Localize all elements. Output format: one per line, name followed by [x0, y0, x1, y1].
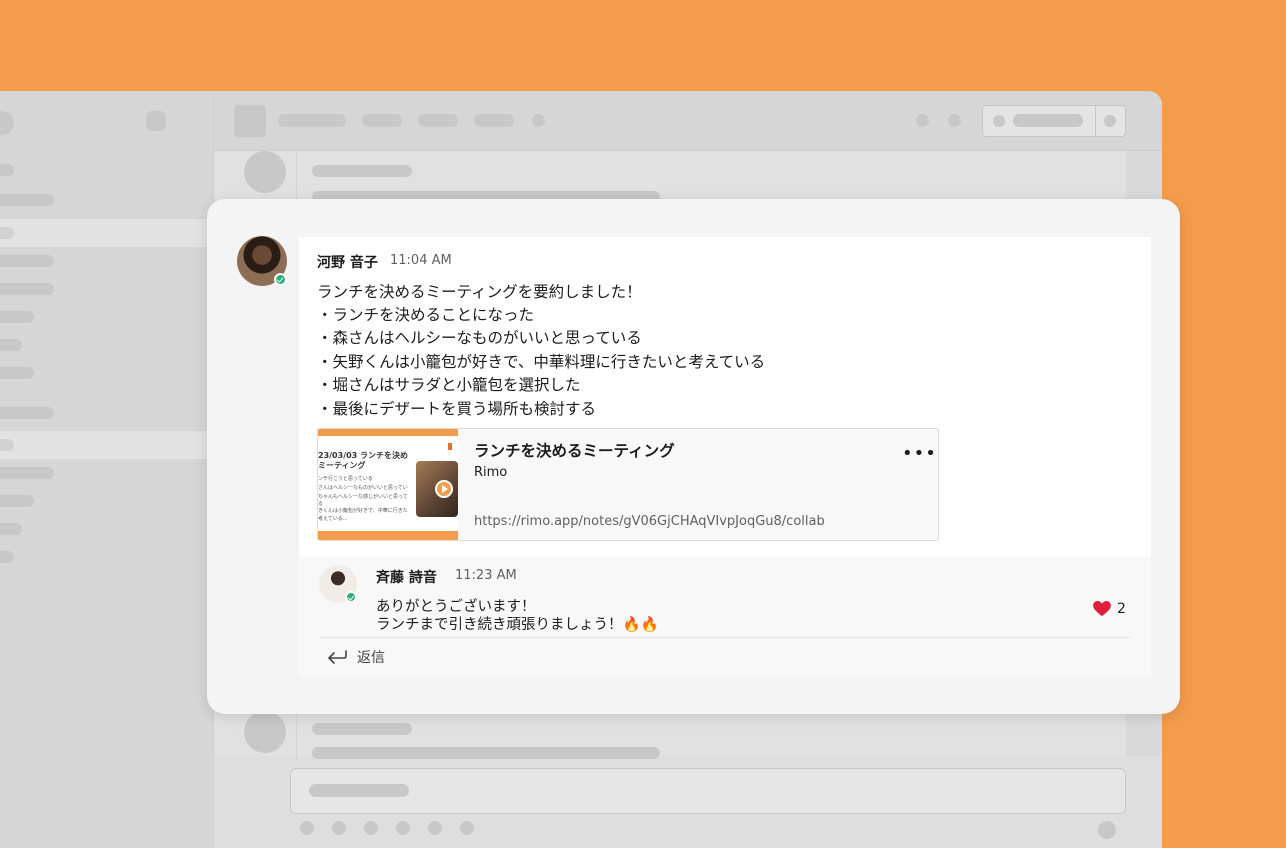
online-status-icon	[345, 591, 357, 603]
thumbnail-text-line: 考えている...	[318, 516, 348, 522]
placeholder-dot	[948, 114, 961, 127]
thumbnail-title-line: 23/03/03 ランチを決め	[318, 451, 409, 460]
more-horizontal-icon[interactable]: •••	[902, 443, 937, 464]
heart-icon	[1093, 601, 1111, 617]
thumbnail-text-line: ちゃんもヘルシーな感じがいいと思って	[318, 494, 408, 500]
placeholder-bar	[0, 311, 34, 323]
reply-button-label: 返信	[357, 650, 385, 666]
placeholder-divider	[1095, 106, 1096, 136]
placeholder-bar	[0, 227, 14, 239]
link-preview-source: Rimo	[474, 465, 508, 480]
message-line: ・最後にデザートを買う場所も検討する	[317, 400, 597, 418]
reply-button[interactable]: 返信	[327, 647, 385, 667]
placeholder-row-active	[0, 431, 213, 459]
placeholder-bar	[0, 551, 14, 563]
placeholder-dot	[916, 114, 929, 127]
placeholder-dot	[364, 821, 378, 835]
placeholder-bar	[362, 114, 402, 127]
message-card: 河野 音子 11:04 AM ランチを決めるミーティングを要約しました！ ・ラン…	[207, 199, 1180, 714]
reply-arrow-icon	[328, 650, 347, 664]
placeholder-bar	[0, 467, 54, 479]
divider	[319, 637, 1131, 638]
placeholder-dot	[460, 821, 474, 835]
placeholder-bar	[278, 114, 346, 127]
placeholder-dot	[1104, 115, 1116, 127]
reply-timestamp[interactable]: 11:23 AM	[455, 568, 517, 583]
placeholder-bar	[0, 495, 34, 507]
thumbnail-text-line: さんはヘルシーなものがいいと思っている	[318, 485, 408, 491]
play-icon[interactable]	[435, 480, 453, 498]
link-preview[interactable]: 23/03/03 ランチを決め ミーティング ンチ行こうと思っている さんはヘル…	[317, 428, 939, 541]
placeholder-square	[234, 105, 266, 137]
placeholder-bar	[0, 407, 54, 419]
placeholder-avatar	[244, 151, 286, 193]
placeholder-dot	[1098, 821, 1116, 839]
background-sidebar	[0, 91, 214, 848]
reaction-pill[interactable]: 2	[1093, 601, 1126, 617]
placeholder-bar	[0, 523, 22, 535]
background-search-box	[982, 105, 1126, 137]
placeholder-bar	[418, 114, 458, 127]
placeholder-bar	[312, 165, 412, 177]
placeholder-dot	[0, 111, 14, 135]
link-preview-title[interactable]: ランチを決めるミーティング	[474, 439, 675, 461]
placeholder-bar	[312, 723, 412, 735]
thumbnail-text-line: る	[318, 501, 324, 507]
message-line: ・矢野くんは小籠包が好きで、中華料理に行きたいと考えている	[317, 353, 766, 371]
link-preview-url[interactable]: https://rimo.app/notes/gV06GjCHAqVIvpJoq…	[474, 514, 825, 529]
thumbnail-accent-bar	[318, 429, 458, 436]
message-line: ・堀さんはサラダと小籠包を選択した	[317, 376, 581, 394]
placeholder-bar	[312, 747, 660, 759]
message-line: ・ランチを決めることになった	[317, 306, 535, 324]
placeholder-bar	[0, 164, 14, 176]
placeholder-dot	[993, 115, 1005, 127]
reply-author[interactable]: 斉藤 詩音	[376, 567, 437, 587]
placeholder-dot	[146, 111, 166, 131]
placeholder-row-active	[0, 219, 213, 247]
placeholder-bar	[0, 367, 34, 379]
placeholder-bar	[474, 114, 514, 127]
link-preview-thumbnail[interactable]: 23/03/03 ランチを決め ミーティング ンチ行こうと思っている さんはヘル…	[318, 429, 458, 540]
reply-line: ランチまで引き続き頑張りましょう！🔥🔥	[376, 617, 659, 633]
thumbnail-title: 23/03/03 ランチを決め ミーティング	[318, 451, 414, 471]
message-line: ・森さんはヘルシーなものがいいと思っている	[317, 329, 642, 347]
placeholder-bar	[0, 439, 14, 451]
placeholder-bar	[0, 283, 54, 295]
rimo-logo-icon	[448, 443, 452, 450]
background-topbar	[214, 91, 1162, 151]
placeholder-bar	[0, 339, 22, 351]
thumbnail-text-line: ンチ行こうと思っている	[318, 476, 373, 482]
placeholder-dot	[332, 821, 346, 835]
placeholder-avatar	[244, 711, 286, 753]
thumbnail-accent-bar	[318, 531, 458, 540]
background-composer	[290, 768, 1126, 814]
thumbnail-text-line: きくんは小籠包が好きで、中華に行きたい	[318, 508, 408, 514]
message-line: ランチを決めるミーティングを要約しました！	[317, 283, 642, 301]
online-status-icon	[274, 273, 287, 286]
reaction-count: 2	[1117, 601, 1126, 617]
thread-reply: 斉藤 詩音 11:23 AM ありがとうございます！ ランチまで引き続き頑張りま…	[299, 557, 1151, 677]
placeholder-dot	[428, 821, 442, 835]
message-timestamp[interactable]: 11:04 AM	[390, 253, 452, 268]
message-author[interactable]: 河野 音子	[317, 252, 378, 272]
placeholder-dot	[396, 821, 410, 835]
placeholder-bar	[309, 784, 409, 797]
placeholder-bar	[0, 255, 54, 267]
thumbnail-title-line: ミーティング	[318, 461, 366, 470]
placeholder-bar	[1013, 114, 1083, 127]
placeholder-bar	[0, 194, 54, 206]
placeholder-dot	[532, 114, 545, 127]
placeholder-dot	[300, 821, 314, 835]
